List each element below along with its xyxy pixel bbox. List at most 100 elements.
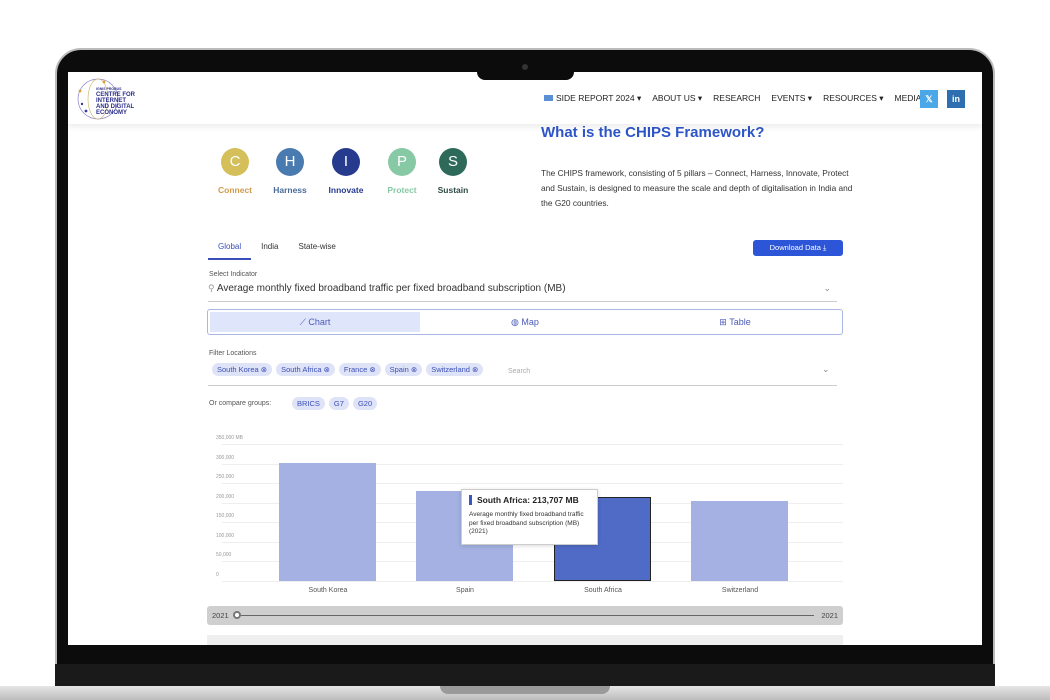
nav-item-label: RESOURCES: [823, 93, 877, 103]
indicator-select[interactable]: ⚲ Average monthly fixed broadband traffi…: [208, 283, 837, 302]
x-tick-label: South Africa: [584, 587, 622, 594]
laptop-base-notch: [440, 686, 610, 694]
tab-state-wise[interactable]: State-wise: [288, 240, 345, 260]
slider-handle[interactable]: [233, 611, 241, 619]
group-chip[interactable]: BRICS: [292, 397, 325, 410]
footer-panel: [207, 635, 843, 645]
location-chip[interactable]: Spain ⊗: [384, 363, 423, 376]
group-chip[interactable]: G20: [352, 397, 378, 410]
download-icon: ⤓: [823, 243, 827, 252]
remove-icon[interactable]: ⊗: [259, 365, 267, 374]
filter-label: Filter Locations: [209, 350, 257, 357]
remove-icon[interactable]: ⊗: [367, 365, 375, 374]
slider-start: 2021: [212, 611, 229, 620]
nav-item-resources[interactable]: RESOURCES ▾: [823, 93, 883, 104]
location-chip[interactable]: France ⊗: [338, 363, 381, 376]
x-tick-label: Switzerland: [721, 587, 759, 594]
location-chip[interactable]: South Africa ⊗: [276, 363, 335, 376]
tab-global[interactable]: Global: [208, 240, 252, 260]
pillar-label: Sustain: [437, 185, 469, 195]
x-icon[interactable]: 𝕏: [920, 90, 938, 108]
group-chip[interactable]: G7: [328, 397, 349, 410]
y-tick-label: 50,000: [216, 552, 232, 559]
group-chips: BRICS G7 G20: [292, 397, 378, 410]
pillar-label: Connect: [218, 185, 252, 195]
indicator-label: Select Indicator: [209, 271, 258, 278]
gridline: [222, 444, 843, 445]
remove-icon[interactable]: ⊗: [470, 365, 478, 374]
caret-down-icon: ▾: [695, 93, 703, 103]
x-tick-label: South Korea: [308, 587, 348, 594]
main-menu: SIDE REPORT 2024 ▾ ABOUT US ▾ RESEARCH EVEN…: [544, 93, 921, 104]
nav-item-label: MEDIA: [894, 93, 922, 103]
slider-track: [237, 615, 814, 616]
y-tick-label: 350,000 MB: [216, 435, 243, 441]
nav-item-events[interactable]: EVENTS ▾: [771, 93, 812, 104]
pillar-label: Harness: [273, 185, 307, 195]
pillar-sustain[interactable]: S Sustain: [423, 148, 483, 195]
laptop-hinge: [55, 664, 995, 686]
globe-icon: ◍: [511, 317, 519, 327]
pillar-circle: H: [276, 148, 304, 176]
nav-item-label: RESEARCH: [713, 93, 761, 103]
pillar-label: Innovate: [328, 185, 364, 195]
nav-item-research[interactable]: RESEARCH: [713, 93, 760, 104]
chip-label: Spain: [389, 365, 409, 374]
remove-icon[interactable]: ⊗: [409, 365, 417, 374]
y-tick-label: 100,000: [216, 532, 235, 539]
tab-india[interactable]: India: [251, 240, 288, 260]
nav-item-label: ABOUT US: [652, 93, 696, 103]
download-data-button[interactable]: Download Data ⤓: [753, 240, 843, 256]
y-tick-label: 300,000: [216, 454, 235, 461]
logo-text: IGNIS PROBUS CENTRE FOR INTERNET AND DIGITA…: [96, 86, 135, 116]
scope-tabs: Global India State-wise: [208, 240, 346, 260]
intro-text: The CHIPS framework, consisting of 5 pil…: [541, 168, 853, 208]
location-search-input[interactable]: Search: [508, 368, 530, 375]
nav-item-label: SIDE REPORT 2024: [556, 93, 635, 103]
nav-item-label: EVENTS: [771, 93, 806, 103]
pillar-circle: C: [221, 148, 249, 176]
new-badge: [544, 95, 553, 101]
chip-label: Switzerland: [431, 365, 470, 374]
filter-underline: [208, 385, 837, 386]
page-title: What is the CHIPS Framework?: [541, 124, 765, 141]
view-map[interactable]: ◍ Map: [420, 312, 630, 332]
year-slider[interactable]: 2021 2021: [207, 606, 843, 625]
pillar-harness[interactable]: H Harness: [260, 148, 320, 195]
bar-south-korea[interactable]: [279, 463, 376, 581]
chevron-down-icon: ⌄: [823, 283, 831, 293]
linkedin-icon[interactable]: in: [947, 90, 965, 108]
chevron-down-icon[interactable]: ⌄: [822, 364, 830, 375]
line-chart-icon: ⟋: [299, 317, 306, 327]
pillar-circle: S: [439, 148, 467, 176]
chip-label: South Korea: [217, 365, 259, 374]
location-chip[interactable]: Switzerland ⊗: [426, 363, 484, 376]
logo-line: ECONOMY: [96, 110, 128, 116]
nav-item-side-report-2024[interactable]: SIDE REPORT 2024 ▾: [544, 93, 641, 104]
table-icon: ⊞: [719, 317, 727, 327]
view-table[interactable]: ⊞ Table: [630, 312, 840, 332]
remove-icon[interactable]: ⊗: [322, 365, 330, 374]
nav-item-media[interactable]: MEDIA: [895, 93, 922, 104]
bar-switzerland[interactable]: [691, 501, 788, 581]
download-label: Download Data: [769, 243, 821, 252]
x-tick-label: Spain: [456, 587, 474, 594]
y-tick-label: 200,000: [216, 493, 235, 500]
y-tick-label: 250,000: [216, 474, 235, 481]
chart-tooltip: South Africa: 213,707 MB Average monthly…: [461, 489, 598, 545]
pillar-innovate[interactable]: I Innovate: [316, 148, 376, 195]
y-tick-label: 150,000: [216, 513, 235, 520]
caret-down-icon: ▾: [634, 93, 642, 103]
tooltip-text: Average monthly fixed broadband traffic …: [469, 511, 584, 535]
camera: [522, 64, 528, 70]
view-chart[interactable]: ⟋ Chart: [210, 312, 420, 332]
pillar-connect[interactable]: C Connect: [205, 148, 265, 195]
search-icon: ⚲: [208, 283, 215, 293]
gridline: [222, 581, 843, 582]
view-map-label: Map: [521, 317, 539, 327]
nav-item-about-us[interactable]: ABOUT US ▾: [652, 93, 702, 104]
location-chip[interactable]: South Korea ⊗: [212, 363, 273, 376]
logo[interactable]: IGNIS PROBUS CENTRE FOR INTERNET AND DIGITA…: [74, 76, 144, 122]
view-table-label: Table: [729, 317, 751, 327]
pillar-circle: P: [388, 148, 416, 176]
